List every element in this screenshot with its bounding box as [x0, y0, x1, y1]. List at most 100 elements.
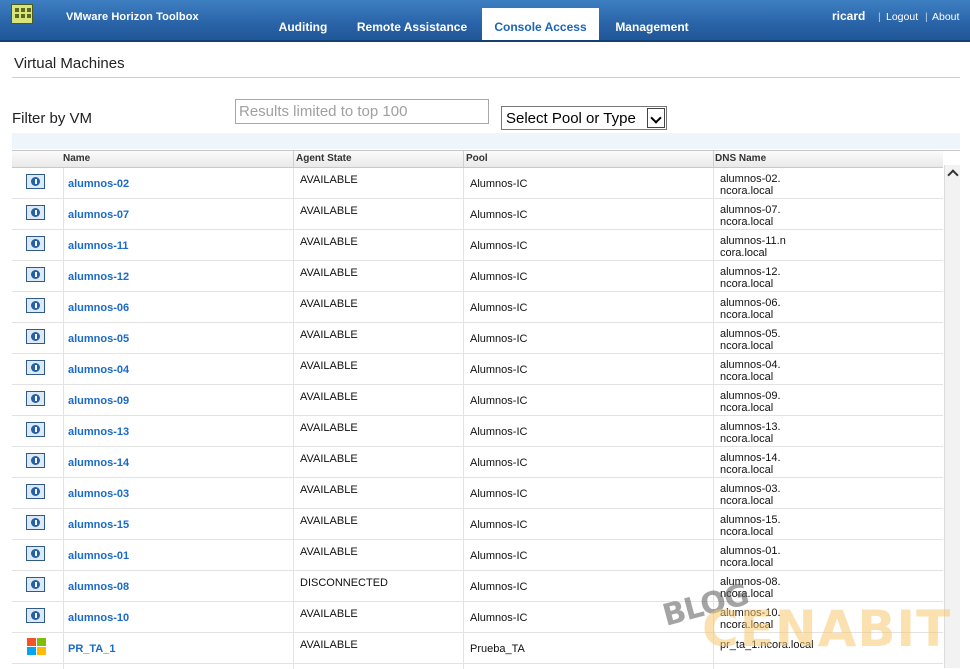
- dns-cell: alumnos-12.ncora.local: [713, 261, 944, 291]
- vm-name-link[interactable]: alumnos-01: [68, 550, 129, 562]
- dns-name: alumnos-02.ncora.local: [720, 173, 781, 197]
- row-icon-cell: [12, 354, 62, 384]
- name-cell: PR_TA_1: [63, 633, 293, 663]
- table-row[interactable]: alumnos-01 AVAILABLE Alumnos-IC alumnos-01.…: [12, 540, 943, 571]
- vm-icon: [26, 577, 45, 592]
- table-row[interactable]: alumnos-05 AVAILABLE Alumnos-IC alumnos-05.…: [12, 323, 943, 354]
- table-row[interactable]: alumnos-08 DISCONNECTED Alumnos-IC alumnos-…: [12, 571, 943, 602]
- vertical-scrollbar[interactable]: [944, 165, 960, 668]
- pool-cell: Alumnos-IC: [463, 571, 714, 601]
- vm-icon: [26, 391, 45, 406]
- vm-icon: [26, 298, 45, 313]
- name-cell: alumnos-02: [63, 168, 293, 198]
- tab-remote-assistance[interactable]: Remote Assistance: [348, 8, 476, 41]
- vm-icon: [26, 422, 45, 437]
- vm-name-link[interactable]: alumnos-11: [68, 240, 129, 252]
- table-row[interactable]: alumnos-03 AVAILABLE Alumnos-IC alumnos-03.…: [12, 478, 943, 509]
- row-icon-cell: [12, 509, 62, 539]
- pool-name: Alumnos-IC: [470, 550, 528, 562]
- separator: |: [925, 11, 928, 23]
- vm-icon: [26, 484, 45, 499]
- pool-name: Alumnos-IC: [470, 178, 528, 190]
- agent-state-cell: PROVISIONED: [293, 664, 464, 669]
- tab-console-access[interactable]: Console Access: [482, 8, 599, 42]
- row-icon-cell: [12, 447, 62, 477]
- agent-state: AVAILABLE: [300, 174, 358, 186]
- table-row[interactable]: alumnos-07 AVAILABLE Alumnos-IC alumnos-07.…: [12, 199, 943, 230]
- column-divider[interactable]: [293, 151, 294, 167]
- vm-icon: [26, 608, 45, 623]
- table-row[interactable]: alumnos-02 AVAILABLE Alumnos-IC alumnos-02.…: [12, 168, 943, 199]
- column-header-name[interactable]: Name: [63, 153, 90, 164]
- pool-cell: Alumnos-IC: [463, 416, 714, 446]
- row-icon-cell: [12, 261, 62, 291]
- table-row[interactable]: PR_TA_1 AVAILABLE Prueba_TA pr_ta_1.ncora.l…: [12, 633, 943, 664]
- vm-name-link[interactable]: alumnos-04: [68, 364, 129, 376]
- table-row[interactable]: alumnos-14 AVAILABLE Alumnos-IC alumnos-14.…: [12, 447, 943, 478]
- pool-cell: Alumnos-IC: [463, 323, 714, 353]
- vm-name-link[interactable]: alumnos-07: [68, 209, 129, 221]
- dns-name: alumnos-14.ncora.local: [720, 452, 781, 476]
- vm-name-link[interactable]: alumnos-03: [68, 488, 129, 500]
- row-icon-cell: [12, 323, 62, 353]
- name-cell: alumnos-09: [63, 385, 293, 415]
- logout-link[interactable]: Logout: [886, 11, 918, 23]
- pool-cell: Prueba_TA: [463, 664, 714, 669]
- table-row[interactable]: alumnos-11 AVAILABLE Alumnos-IC alumnos-11.…: [12, 230, 943, 261]
- vm-name-link[interactable]: alumnos-15: [68, 519, 129, 531]
- dns-name: pr_ta_1.ncora.local: [720, 639, 814, 651]
- agent-state-cell: AVAILABLE: [293, 323, 464, 353]
- column-header-dns-name[interactable]: DNS Name: [715, 153, 766, 164]
- dns-name: alumnos-06.ncora.local: [720, 297, 781, 321]
- name-cell: alumnos-14: [63, 447, 293, 477]
- table-row[interactable]: alumnos-12 AVAILABLE Alumnos-IC alumnos-12.…: [12, 261, 943, 292]
- vm-name-link[interactable]: alumnos-06: [68, 302, 129, 314]
- name-cell: alumnos-10: [63, 602, 293, 632]
- pool-name: Alumnos-IC: [470, 271, 528, 283]
- table-row[interactable]: alumnos-10 AVAILABLE Alumnos-IC alumnos-10.…: [12, 602, 943, 633]
- chevron-down-icon[interactable]: [647, 108, 665, 128]
- name-cell: alumnos-05: [63, 323, 293, 353]
- vm-name-link[interactable]: alumnos-12: [68, 271, 129, 283]
- table-row[interactable]: alumnos-06 AVAILABLE Alumnos-IC alumnos-06.…: [12, 292, 943, 323]
- vm-icon: [26, 236, 45, 251]
- vm-name-link[interactable]: alumnos-05: [68, 333, 129, 345]
- row-icon-cell: [12, 602, 62, 632]
- name-cell: alumnos-03: [63, 478, 293, 508]
- dns-cell: alumnos-06.ncora.local: [713, 292, 944, 322]
- agent-state-cell: AVAILABLE: [293, 292, 464, 322]
- tab-auditing[interactable]: Auditing: [270, 8, 336, 41]
- table-row[interactable]: alumnos-13 AVAILABLE Alumnos-IC alumnos-13.…: [12, 416, 943, 447]
- dns-cell: pr_ta_3.ncora.local: [713, 664, 944, 669]
- vm-name-link[interactable]: alumnos-09: [68, 395, 129, 407]
- pool-type-select[interactable]: Select Pool or Type: [501, 106, 667, 130]
- column-header-agent-state[interactable]: Agent State: [296, 153, 352, 164]
- vm-name-link[interactable]: alumnos-10: [68, 612, 129, 624]
- column-divider[interactable]: [713, 151, 714, 167]
- pool-cell: Alumnos-IC: [463, 602, 714, 632]
- row-icon-cell: [12, 385, 62, 415]
- agent-state-cell: AVAILABLE: [293, 385, 464, 415]
- table-row[interactable]: alumnos-04 AVAILABLE Alumnos-IC alumnos-04.…: [12, 354, 943, 385]
- agent-state-cell: AVAILABLE: [293, 602, 464, 632]
- vm-name-link[interactable]: alumnos-02: [68, 178, 129, 190]
- row-icon-cell: [12, 292, 62, 322]
- table-row[interactable]: alumnos-09 AVAILABLE Alumnos-IC alumnos-09.…: [12, 385, 943, 416]
- table-body: alumnos-02 AVAILABLE Alumnos-IC alumnos-02.…: [12, 168, 943, 669]
- dns-name: alumnos-08.ncora.local: [720, 576, 781, 600]
- tab-management[interactable]: Management: [606, 8, 698, 41]
- table-row[interactable]: alumnos-15 AVAILABLE Alumnos-IC alumnos-15.…: [12, 509, 943, 540]
- vm-name-link[interactable]: PR_TA_1: [68, 643, 115, 655]
- row-icon-cell: [12, 664, 62, 669]
- agent-state: AVAILABLE: [300, 608, 358, 620]
- table-row[interactable]: PR_TA_3PROVISIONEDPrueba_TApr_ta_3.ncora…: [12, 664, 943, 669]
- scroll-up-arrow-icon[interactable]: [945, 165, 960, 180]
- filter-vm-input[interactable]: [235, 99, 489, 124]
- vm-name-link[interactable]: alumnos-14: [68, 457, 129, 469]
- column-header-pool[interactable]: Pool: [466, 153, 488, 164]
- vm-name-link[interactable]: alumnos-08: [68, 581, 129, 593]
- vm-name-link[interactable]: alumnos-13: [68, 426, 129, 438]
- about-link[interactable]: About: [932, 11, 959, 23]
- column-divider[interactable]: [463, 151, 464, 167]
- agent-state-cell: AVAILABLE: [293, 230, 464, 260]
